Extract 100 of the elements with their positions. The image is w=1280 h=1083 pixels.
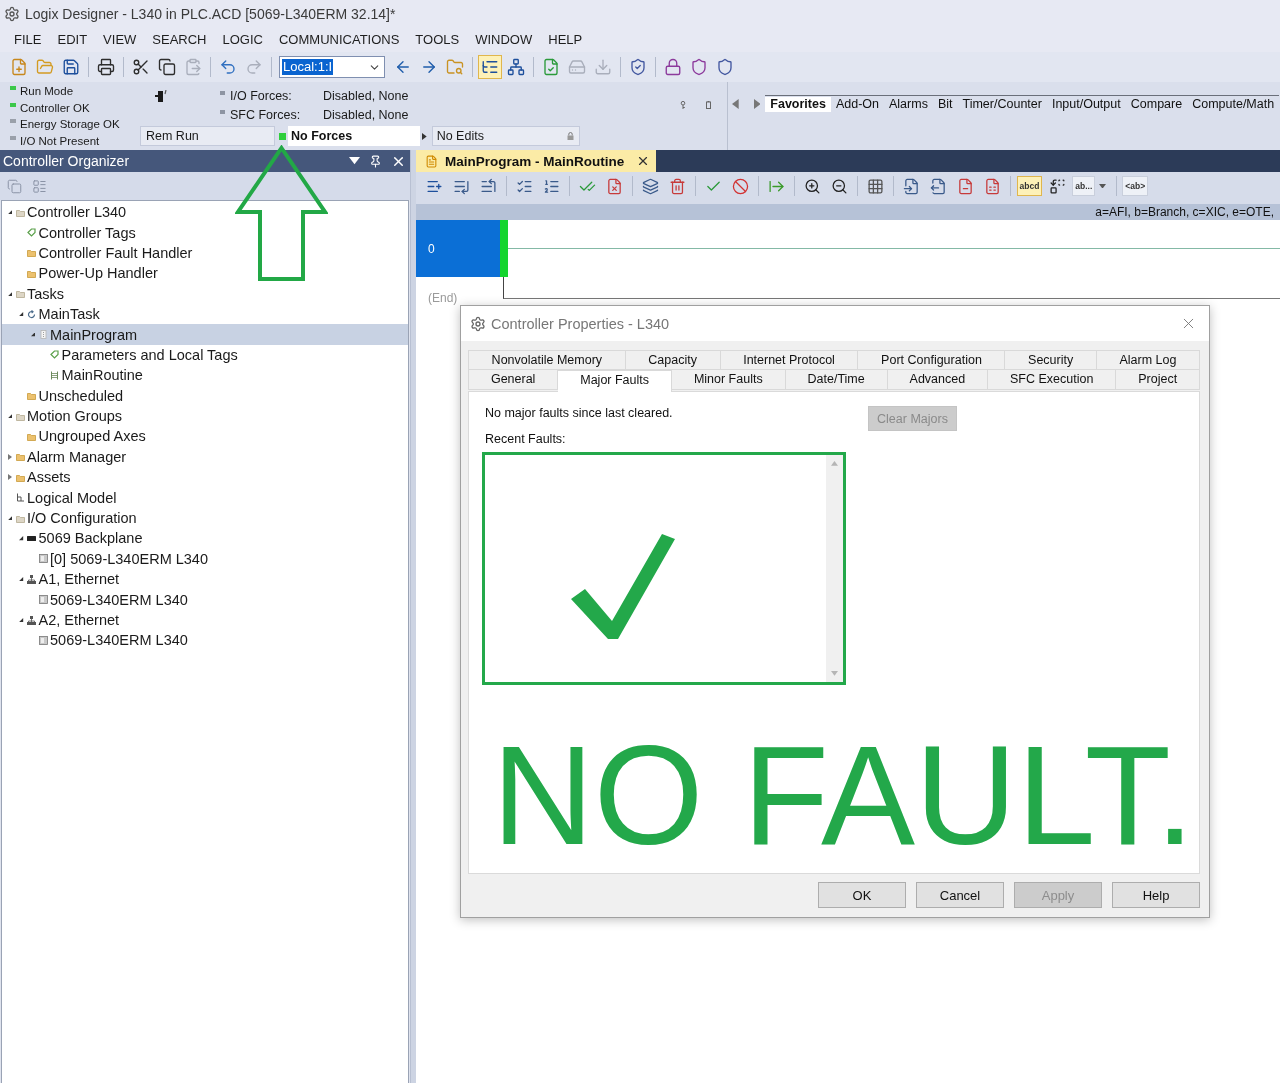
menu-item[interactable]: EDIT (49, 31, 96, 49)
tab[interactable]: Minor Faults (671, 370, 786, 390)
tab[interactable]: Advanced (887, 370, 989, 390)
list-ordered-icon[interactable] (543, 177, 560, 195)
tree-item[interactable]: 5069 Backplane (2, 528, 408, 549)
menu-item[interactable]: WINDOW (467, 31, 541, 49)
tab[interactable]: Nonvolatile Memory (468, 350, 626, 370)
tree-item[interactable]: 5069-L340ERM L340 (2, 630, 408, 651)
save-icon[interactable] (62, 58, 80, 76)
caret-down-icon[interactable] (7, 515, 13, 521)
menu-item[interactable]: TOOLS (407, 31, 468, 49)
tab[interactable]: Port Configuration (858, 350, 1006, 370)
zoom-in-icon[interactable] (804, 177, 821, 195)
menu-item[interactable]: VIEW (95, 31, 145, 49)
menu-item[interactable]: HELP (540, 31, 591, 49)
tree-item[interactable]: Unscheduled (2, 385, 408, 406)
list-tree-icon[interactable] (478, 55, 502, 79)
palette-tab[interactable]: Add-On (830, 97, 884, 112)
copy-icon[interactable] (158, 58, 176, 76)
tab[interactable]: Internet Protocol (720, 350, 859, 370)
shield-icon[interactable] (716, 58, 734, 76)
tab[interactable]: Major Faults (558, 370, 672, 392)
toolbar-button[interactable]: <ab> (1122, 176, 1149, 196)
caret-down-icon[interactable] (19, 312, 24, 317)
toolbar-button[interactable]: abcd (1016, 176, 1043, 196)
file-check-icon[interactable] (542, 58, 560, 76)
caret-down-icon[interactable] (19, 536, 24, 541)
tab[interactable]: Capacity (625, 350, 721, 370)
caret-right-icon[interactable] (8, 453, 12, 460)
menu-item[interactable]: FILE (6, 31, 50, 49)
caret-down-icon[interactable] (349, 157, 360, 165)
tree-item[interactable]: Tasks (2, 283, 408, 304)
tab[interactable]: General (468, 370, 559, 390)
shield-icon[interactable] (690, 58, 708, 76)
caret-down-icon[interactable] (7, 291, 13, 296)
fault-list[interactable] (482, 452, 846, 685)
file-spreadsheet-icon[interactable] (984, 177, 1001, 195)
file-x-icon[interactable] (606, 177, 623, 195)
palette-tab[interactable]: Timer/Counter (957, 97, 1047, 112)
tab[interactable]: Date/Time (785, 370, 888, 390)
palette-tab[interactable]: Compute/Math (1187, 97, 1280, 112)
tree-item[interactable]: Alarm Manager (2, 446, 408, 468)
caret-down-icon[interactable] (7, 210, 13, 215)
tab[interactable]: Security (1005, 350, 1097, 370)
tab[interactable]: Alarm Log (1096, 350, 1201, 370)
trash-icon[interactable] (669, 177, 686, 195)
tree-item[interactable]: MainTask (2, 303, 408, 325)
caret-left-icon[interactable] (732, 99, 739, 109)
list-start-icon[interactable] (480, 177, 497, 195)
palette-tab[interactable]: Favorites (765, 97, 831, 112)
palette-tab[interactable]: Bit (932, 97, 958, 112)
tree-item[interactable]: Power-Up Handler (2, 263, 408, 284)
menu-item[interactable]: SEARCH (144, 31, 215, 49)
tab[interactable]: Project (1116, 370, 1201, 390)
tree-item[interactable]: Ungrouped Axes (2, 426, 408, 447)
palette-tab[interactable]: Compare (1125, 97, 1188, 112)
shield-check-icon[interactable] (629, 58, 647, 76)
caret-down-icon[interactable] (19, 617, 24, 623)
tree-item[interactable]: A1, Ethernet (2, 569, 408, 590)
editor-tab[interactable]: MainProgram - MainRoutine (416, 150, 656, 172)
caret-right-icon[interactable] (8, 474, 12, 481)
menu-item[interactable]: COMMUNICATIONS (271, 31, 408, 49)
lock-icon[interactable] (664, 58, 682, 76)
palette-tab[interactable]: Alarms (884, 97, 933, 112)
path-combo-box[interactable]: Local:1:I (279, 56, 385, 78)
tree-item[interactable]: 5069-L340ERM L340 (2, 589, 408, 610)
tree-item[interactable]: Assets (2, 467, 408, 488)
layers-icon[interactable] (642, 177, 659, 195)
tree-item[interactable]: Controller Fault Handler (2, 242, 408, 264)
caret-down-icon[interactable] (30, 332, 36, 337)
tree-item[interactable]: I/O Configuration (2, 507, 408, 529)
tree-item[interactable]: Controller L340 (2, 202, 408, 223)
tree-item[interactable]: Motion Groups (2, 405, 408, 427)
tree-item[interactable]: Controller Tags (2, 222, 408, 243)
scissors-icon[interactable] (132, 58, 150, 76)
menu-item[interactable]: LOGIC (214, 31, 271, 49)
toolbar-button[interactable]: ab... (1072, 176, 1096, 196)
pin-icon[interactable] (369, 154, 382, 168)
zoom-out-icon[interactable] (831, 177, 848, 195)
printer-icon[interactable] (97, 58, 115, 76)
caret-down-icon[interactable] (1098, 183, 1106, 189)
dialog-button[interactable]: Cancel (916, 882, 1004, 908)
tree-item[interactable]: Logical Model (2, 487, 408, 508)
file-minus-icon[interactable] (957, 177, 974, 195)
tree-item[interactable]: A2, Ethernet (2, 609, 408, 631)
caret-right-icon[interactable] (422, 132, 427, 140)
ban-icon[interactable] (732, 177, 749, 195)
caret-down-icon[interactable] (19, 577, 24, 582)
arrow-right-icon[interactable] (420, 58, 438, 76)
tree-item[interactable]: MainRoutine (2, 365, 408, 386)
tree-item[interactable]: MainProgram (2, 324, 408, 345)
replace-icon[interactable] (1048, 177, 1066, 195)
caret-down-icon[interactable] (7, 414, 13, 419)
grid-icon[interactable] (867, 177, 884, 195)
close-icon[interactable] (636, 154, 650, 168)
dialog-button[interactable]: OK (818, 882, 906, 908)
file-output-icon[interactable] (930, 177, 947, 195)
undo-icon[interactable] (219, 58, 237, 76)
network-icon[interactable] (507, 58, 525, 76)
rung-number[interactable]: 0 (416, 220, 500, 277)
